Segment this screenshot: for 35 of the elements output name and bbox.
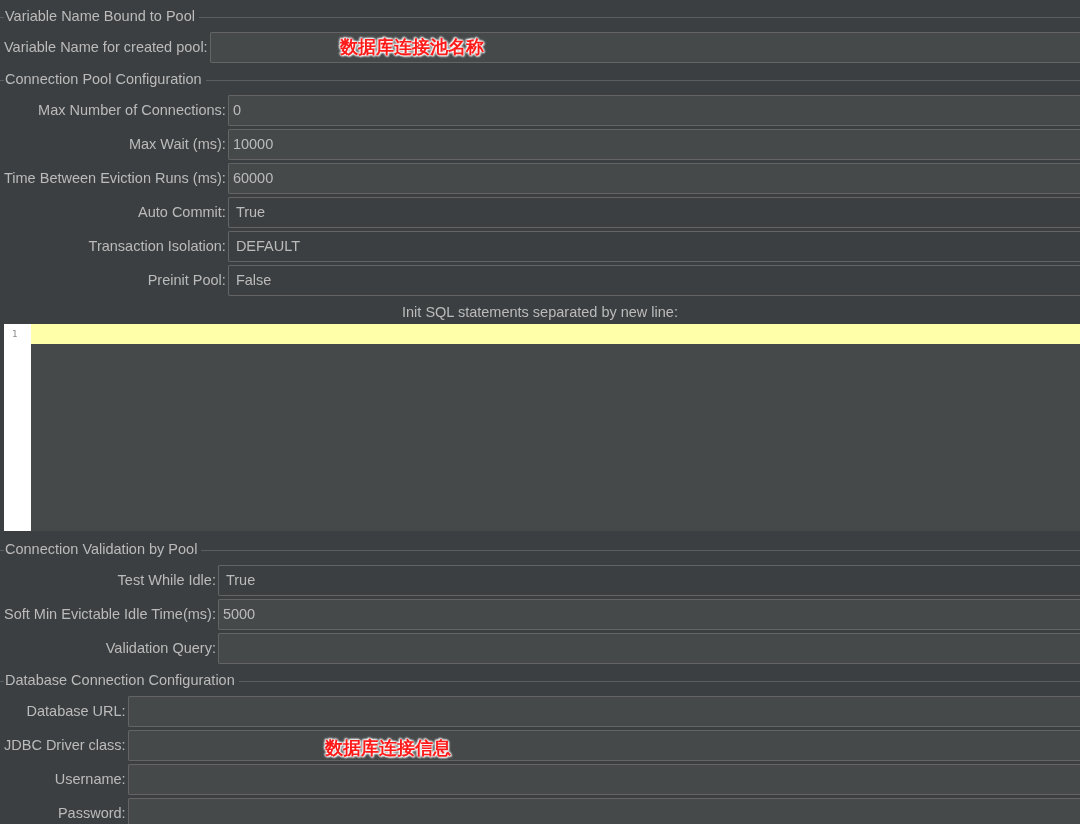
field-label: Max Number of Connections: [37,100,227,120]
code-editor[interactable]: 1 [4,324,1080,531]
field-label: Username: [53,769,127,789]
dropdown[interactable]: False [227,265,1080,296]
input-field[interactable] [127,696,1080,727]
field-label: Soft Min Evictable Idle Time(ms): [3,604,217,624]
field-label: Auto Commit: [137,202,227,222]
line-number: 1 [11,328,19,341]
annotation-text: 数据库连接信息 [324,737,451,760]
input-field[interactable]: 10000 [227,129,1080,160]
field-label: Time Between Eviction Runs (ms): [3,168,227,188]
section-title: Connection Pool Configuration [5,70,202,90]
section-title: Connection Validation by Pool [5,540,198,560]
annotation-text: 数据库连接池名称 [339,36,484,59]
editor-label: Init SQL statements separated by new line: [402,304,678,320]
section-title: Variable Name Bound to Pool [5,7,195,27]
field-label: Max Wait (ms): [127,134,227,154]
input-field[interactable] [127,764,1080,795]
input-field[interactable]: 5000 [217,599,1080,630]
field-label: Preinit Pool: [146,270,227,290]
dropdown[interactable]: True [217,565,1080,596]
input-field[interactable] [217,633,1080,664]
field-label: Variable Name for created pool: [3,37,209,57]
field-label: JDBC Driver class: [3,735,127,755]
field-label: Database URL: [25,701,127,721]
input-field[interactable]: 0 [227,95,1080,126]
input-field[interactable]: 60000 [227,163,1080,194]
field-label: Test While Idle: [116,570,217,590]
field-label: Validation Query: [104,638,217,658]
field-label: Transaction Isolation: [87,236,227,256]
dropdown[interactable]: DEFAULT [227,231,1080,262]
input-field[interactable] [127,798,1080,824]
dropdown[interactable]: True [227,197,1080,228]
field-label: Password: [56,803,127,823]
section-title: Database Connection Configuration [5,671,235,691]
